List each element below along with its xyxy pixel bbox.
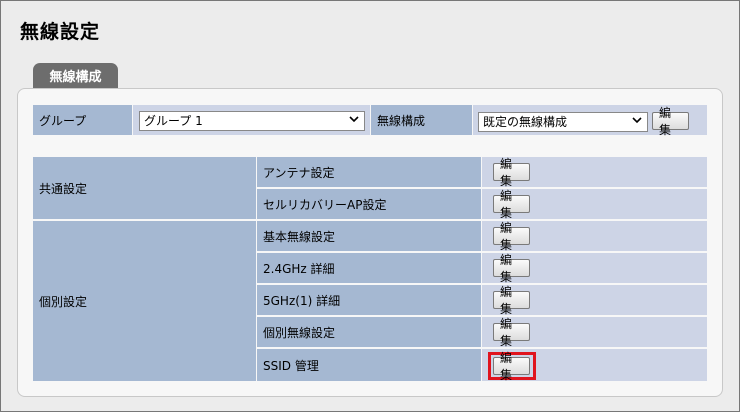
group-select-wrap: グループ 1 <box>139 111 365 131</box>
wireless-config-edit-button[interactable]: 編集 <box>652 106 689 137</box>
row-label: SSID 管理 <box>257 349 481 381</box>
wireless-config-select[interactable]: 既定の無線構成 <box>478 112 648 132</box>
row-label: 2.4GHz 詳細 <box>257 253 481 283</box>
tab-wireless-config[interactable]: 無線構成 <box>33 63 118 88</box>
row-label: 基本無線設定 <box>257 221 481 251</box>
group-select[interactable]: グループ 1 <box>139 111 365 131</box>
row-label: セルリカバリーAP設定 <box>257 189 481 219</box>
row-value-cell: 編集 <box>482 317 707 348</box>
row-label: 個別無線設定 <box>257 317 481 347</box>
row-label: アンテナ設定 <box>257 157 481 187</box>
antenna-settings-edit-button[interactable]: 編集 <box>493 157 530 188</box>
wireless-config-select-wrap: 既定の無線構成 <box>478 112 648 132</box>
page-title: 無線設定 <box>20 21 101 43</box>
row-value-cell: 編集 <box>482 157 707 188</box>
ghz24-detail-edit-button[interactable]: 編集 <box>493 253 530 284</box>
individual-settings-label: 個別設定 <box>33 221 256 381</box>
basic-wireless-edit-button[interactable]: 編集 <box>493 221 530 252</box>
ssid-management-edit-button[interactable]: 編集 <box>493 351 530 382</box>
row-label: 5GHz(1) 詳細 <box>257 285 481 315</box>
individual-wireless-edit-button[interactable]: 編集 <box>493 317 530 348</box>
group-label: グループ <box>33 105 132 135</box>
cell-recovery-ap-edit-button[interactable]: 編集 <box>493 189 530 220</box>
row-value-cell: 編集 <box>482 285 707 316</box>
wireless-config-label: 無線構成 <box>371 105 472 135</box>
common-settings-label: 共通設定 <box>33 157 256 219</box>
row-value-cell: 編集 <box>482 221 707 252</box>
row-value-cell: 編集 <box>482 253 707 284</box>
ghz5-detail-edit-button[interactable]: 編集 <box>493 285 530 316</box>
row-value-cell: 編集 <box>482 189 707 220</box>
window-frame: 無線設定 無線構成 グループ グループ 1 無線構成 既定の無線構成 編集 共通… <box>0 0 740 412</box>
